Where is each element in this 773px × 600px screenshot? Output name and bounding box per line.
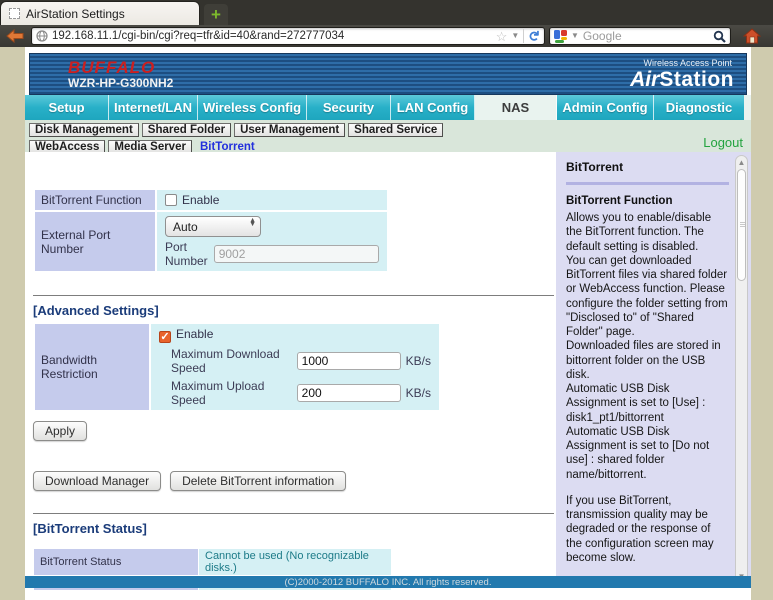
main-content: BitTorrent Function Enable External Port… [25,152,751,588]
download-manager-button[interactable]: Download Manager [33,471,161,491]
enable-label: Enable [182,193,219,207]
help-title: BitTorrent [566,160,729,174]
help-function-heading: BitTorrent Function [566,195,729,207]
page-favicon-icon [9,8,20,19]
search-placeholder[interactable]: Google [583,29,709,43]
back-arrow-icon [5,29,25,43]
url-text[interactable]: 192.168.11.1/cgi-bin/cgi?req=tfr&id=40&r… [52,30,492,42]
bandwidth-table: Bandwidth Restriction ✓ Enable Maximum Do… [33,322,441,412]
subnav-bittorrent[interactable]: BitTorrent [195,141,260,153]
page-header: BUFFALO WZR-HP-G300NH2 Wireless Access P… [29,53,747,95]
subnav-disk-management[interactable]: Disk Management [29,123,139,137]
subnav-user-management[interactable]: User Management [234,123,345,137]
page-footer: (C)2000-2012 BUFFALO INC. All rights res… [25,576,751,588]
max-upload-input[interactable] [297,384,401,402]
scrollbar-thumb[interactable] [737,169,746,281]
external-port-label: External Port Number [35,212,155,271]
bittorrent-function-value: Enable [157,190,387,210]
tab-setup[interactable]: Setup [25,95,109,120]
max-download-input[interactable] [297,352,401,370]
airstation-page: BUFFALO WZR-HP-G300NH2 Wireless Access P… [25,47,751,600]
bandwidth-enable-checkbox[interactable]: ✓ [159,331,171,343]
tab-lan-config[interactable]: LAN Config [391,95,475,120]
home-icon [743,28,761,44]
divider [523,29,524,43]
search-icon[interactable] [713,30,726,43]
bittorrent-status-heading: [BitTorrent Status] [33,521,563,536]
tab-internet-lan[interactable]: Internet/LAN [109,95,198,120]
browser-tab[interactable]: AirStation Settings [0,1,200,25]
section-divider [33,513,554,514]
port-mode-selected: Auto [173,220,198,234]
help-scrollbar[interactable]: ▲ ▼ [735,155,748,585]
search-bar[interactable]: ▼ Google [549,27,731,45]
google-engine-icon[interactable] [554,30,567,43]
delete-bittorrent-info-button[interactable]: Delete BitTorrent information [170,471,346,491]
bandwidth-restriction-label: Bandwidth Restriction [35,324,149,410]
tab-diagnostic[interactable]: Diagnostic [654,95,744,120]
table-row: Bandwidth Restriction ✓ Enable Maximum Do… [35,324,439,410]
help-warning-text: If you use BitTorrent, transmission qual… [566,494,729,565]
desktop-background: BUFFALO WZR-HP-G300NH2 Wireless Access P… [0,47,773,600]
port-number-input[interactable] [214,245,379,263]
header-tagline: Wireless Access Point [643,58,732,68]
tab-nas[interactable]: NAS [475,95,557,120]
copyright-text: (C)2000-2012 BUFFALO INC. All rights res… [285,577,492,588]
sub-nav: Disk Management Shared Folder User Manag… [25,120,751,152]
section-divider [33,295,554,296]
airstation-logo-station: Station [659,68,734,91]
url-dropdown-icon[interactable]: ▼ [511,32,519,40]
search-engine-dropdown-icon[interactable]: ▼ [571,32,579,40]
upload-unit: KB/s [406,386,431,400]
globe-icon [36,30,48,42]
reload-icon[interactable]: ↻ [527,30,541,42]
bittorrent-function-label: BitTorrent Function [35,190,155,210]
advanced-settings-heading: [Advanced Settings] [33,303,563,318]
scroll-up-icon[interactable]: ▲ [736,159,747,167]
bittorrent-function-table: BitTorrent Function Enable External Port… [33,188,389,273]
select-spinner-icon: ▲▼ [249,219,256,227]
max-upload-label: Maximum Upload Speed [171,379,292,407]
max-download-label: Maximum Download Speed [171,347,292,375]
download-unit: KB/s [406,354,431,368]
tab-admin-config[interactable]: Admin Config [557,95,654,120]
new-tab-button[interactable]: + [204,4,228,25]
browser-toolbar: 192.168.11.1/cgi-bin/cgi?req=tfr&id=40&r… [0,25,773,47]
bandwidth-restriction-value: ✓ Enable Maximum Download Speed KB/s Maxi… [151,324,439,410]
browser-tabbar: AirStation Settings + [0,0,773,25]
subnav-shared-folder[interactable]: Shared Folder [142,123,231,137]
subnav-shared-service[interactable]: Shared Service [348,123,443,137]
help-panel: BitTorrent BitTorrent Function Allows yo… [556,152,751,588]
main-nav: Setup Internet/LAN Wireless Config Secur… [25,95,751,120]
url-bar[interactable]: 192.168.11.1/cgi-bin/cgi?req=tfr&id=40&r… [31,27,545,45]
apply-button[interactable]: Apply [33,421,87,441]
airstation-logo: AirStation [630,68,734,92]
bittorrent-enable-checkbox[interactable] [165,194,177,206]
airstation-logo-air: Air [630,68,659,91]
external-port-value: Auto ▲▼ Port Number [157,212,387,271]
bandwidth-enable-label: Enable [176,327,213,341]
buffalo-logo: BUFFALO [68,58,155,78]
help-divider [566,182,729,185]
status-row-value: Cannot be used (No recognizable disks.) [199,549,391,575]
back-button[interactable] [3,27,27,45]
model-number: WZR-HP-G300NH2 [68,76,173,90]
browser-tab-title: AirStation Settings [26,7,125,21]
status-row-label: BitTorrent Status [34,549,198,575]
home-button[interactable] [741,27,763,45]
tab-security[interactable]: Security [307,95,391,120]
help-function-text: Allows you to enable/disable the BitTorr… [566,211,729,482]
port-number-label: Port Number [165,240,209,268]
port-mode-select[interactable]: Auto ▲▼ [165,216,261,237]
table-row: External Port Number Auto ▲▼ Port Number [35,212,387,271]
tab-wireless-config[interactable]: Wireless Config [198,95,307,120]
browser-window: AirStation Settings + 192.168.11.1/cgi-b… [0,0,773,600]
logout-link[interactable]: Logout [703,135,743,150]
table-row: BitTorrent Status Cannot be used (No rec… [34,549,391,575]
bookmark-star-icon[interactable]: ☆ [496,30,508,43]
table-row: BitTorrent Function Enable [35,190,387,210]
